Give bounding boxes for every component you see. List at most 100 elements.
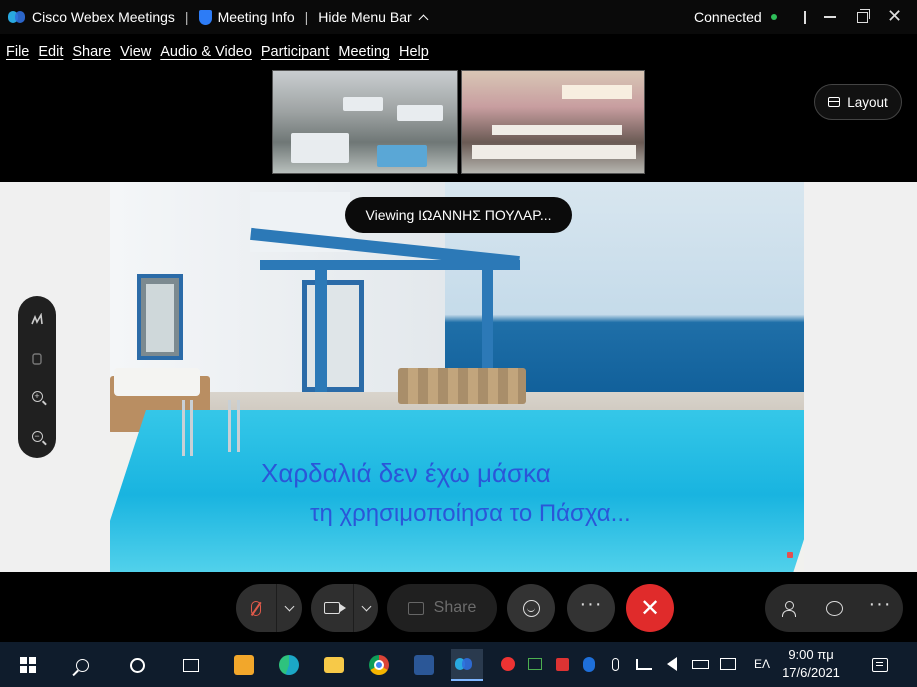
title-bar: Cisco Webex Meetings | Meeting Info | Hi… xyxy=(0,0,917,34)
display-tray[interactable] xyxy=(717,654,739,674)
pergola-post xyxy=(315,268,327,408)
taskbar-clock[interactable]: 9:00 πμ 17/6/2021 xyxy=(776,646,846,682)
taskbar-search-button[interactable] xyxy=(66,649,98,681)
app-name: Cisco Webex Meetings xyxy=(32,9,175,25)
classroom-desk xyxy=(472,145,636,159)
more-options-button[interactable]: ··· xyxy=(567,584,615,632)
leave-meeting-button[interactable]: ✕ xyxy=(626,584,674,632)
chevron-down-icon xyxy=(361,601,371,611)
taskbar-app-edge[interactable] xyxy=(273,649,305,681)
stone-wall xyxy=(398,368,526,404)
title-separator: | xyxy=(304,9,309,25)
more-icon: ··· xyxy=(579,592,603,615)
pool-ladder xyxy=(190,400,193,456)
menu-edit[interactable]: Edit xyxy=(38,44,63,60)
swimming-pool xyxy=(110,410,804,572)
notifications-icon xyxy=(872,658,888,672)
slide-text-line-2: τη χρησιμοποίησα το Πάσχα... xyxy=(310,500,631,527)
chevron-down-icon xyxy=(284,601,295,611)
display-icon xyxy=(720,658,736,670)
connection-status-label: Connected xyxy=(694,9,762,25)
menu-bar: File Edit Share View Audio & Video Parti… xyxy=(0,38,917,66)
shield-icon xyxy=(198,9,212,25)
battery-tray[interactable] xyxy=(689,654,711,674)
chat-icon xyxy=(825,600,843,616)
microphone-icon xyxy=(611,657,619,671)
zoom-out-icon: − xyxy=(31,430,43,442)
participant-video-1[interactable] xyxy=(272,70,458,174)
reaction-smiley-icon xyxy=(522,599,540,617)
volume-tray[interactable] xyxy=(661,654,683,674)
pen-icon xyxy=(31,313,43,325)
microphone-tray[interactable] xyxy=(605,654,625,674)
slide-marker xyxy=(787,552,793,558)
pool-ladder xyxy=(182,400,185,456)
hide-menu-bar-label: Hide Menu Bar xyxy=(318,9,412,25)
reactions-button[interactable] xyxy=(507,584,555,632)
battery-icon xyxy=(691,659,709,669)
task-view-button[interactable] xyxy=(175,649,207,681)
tray-security-icon xyxy=(555,657,569,671)
cortana-button[interactable] xyxy=(121,649,153,681)
tray-red-icon xyxy=(501,657,515,671)
minimize-button[interactable] xyxy=(821,7,841,27)
participant-video-2[interactable] xyxy=(461,70,645,174)
share-screen-icon xyxy=(407,601,424,615)
panel-more-button[interactable]: ··· xyxy=(857,584,903,632)
close-button[interactable]: ✕ xyxy=(887,7,907,27)
tray-app-1[interactable] xyxy=(498,654,518,674)
connection-status: Connected xyxy=(694,9,777,25)
zoom-out-button[interactable]: − xyxy=(18,422,56,450)
participants-button[interactable] xyxy=(765,584,811,632)
start-video-button[interactable] xyxy=(311,584,353,632)
classroom-desk xyxy=(343,97,383,111)
windows-logo-icon xyxy=(20,657,36,673)
menu-participant[interactable]: Participant xyxy=(261,44,330,60)
more-icon: ··· xyxy=(868,592,892,615)
title-separator: | xyxy=(184,9,189,25)
pergola-post xyxy=(482,268,493,380)
task-view-icon xyxy=(183,658,199,672)
viewing-banner: Viewing ΙΩΑΝΝΗΣ ΠΟΥΛΑΡ... xyxy=(345,197,572,233)
camera-icon xyxy=(324,602,346,614)
house-door xyxy=(302,280,364,392)
annotate-pen-button[interactable] xyxy=(18,306,56,334)
menu-help[interactable]: Help xyxy=(399,44,429,60)
menu-audio-video[interactable]: Audio & Video xyxy=(160,44,252,60)
start-button[interactable] xyxy=(12,649,44,681)
annotate-eraser-button[interactable] xyxy=(18,344,56,372)
taskbar-app-chrome[interactable] xyxy=(363,649,395,681)
taskbar-app-explorer[interactable] xyxy=(318,649,350,681)
language-indicator[interactable]: ΕΛ xyxy=(747,654,777,674)
menu-meeting[interactable]: Meeting xyxy=(338,44,390,60)
tray-app-2[interactable] xyxy=(525,654,545,674)
student-figure xyxy=(377,145,427,167)
meeting-controls: Share ··· ✕ ··· xyxy=(0,572,917,642)
menu-share[interactable]: Share xyxy=(72,44,111,60)
taskbar-app-word[interactable] xyxy=(408,649,440,681)
word-icon xyxy=(414,655,434,675)
menu-file[interactable]: File xyxy=(6,44,29,60)
layout-button[interactable]: Layout xyxy=(814,84,902,120)
menu-view[interactable]: View xyxy=(120,44,151,60)
zoom-in-icon: + xyxy=(31,390,43,402)
restore-button[interactable] xyxy=(854,7,874,27)
tray-app-3[interactable] xyxy=(552,654,572,674)
notifications-button[interactable] xyxy=(864,649,896,681)
video-options-button[interactable] xyxy=(354,584,378,632)
chat-button[interactable] xyxy=(811,584,857,632)
zoom-in-button[interactable]: + xyxy=(18,382,56,410)
app-title: Cisco Webex Meetings xyxy=(8,9,175,25)
hide-menu-bar-button[interactable]: Hide Menu Bar xyxy=(318,9,429,25)
bluetooth-tray[interactable] xyxy=(579,654,599,674)
annotation-toolbar: + − xyxy=(18,296,56,458)
meeting-info-button[interactable]: Meeting Info xyxy=(198,9,295,25)
taskbar-app-webex[interactable] xyxy=(451,649,483,681)
unmute-button[interactable] xyxy=(236,584,276,632)
chrome-icon xyxy=(369,655,389,675)
network-tray[interactable] xyxy=(633,654,655,674)
taskbar-app-media[interactable] xyxy=(228,649,260,681)
audio-options-button[interactable] xyxy=(277,584,302,632)
share-button[interactable]: Share xyxy=(387,584,497,632)
bluetooth-icon xyxy=(583,656,595,672)
